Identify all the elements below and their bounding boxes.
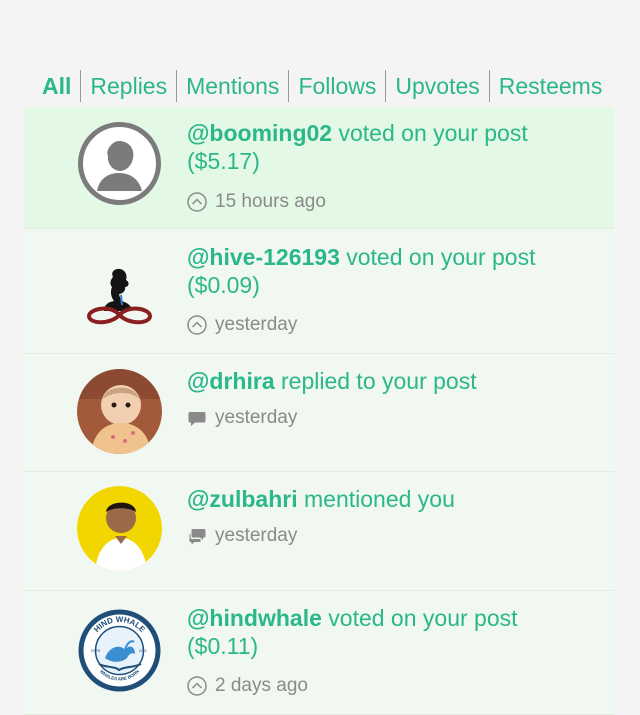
upvote-icon — [187, 192, 207, 212]
notification-text: @zulbahri mentioned you — [187, 485, 597, 513]
notification-item[interactable]: @hive-126193 voted on your post ($0.09) … — [24, 229, 614, 354]
notification-action: mentioned you — [297, 486, 455, 512]
upvote-icon — [187, 315, 207, 335]
tab-all[interactable]: All — [33, 70, 82, 102]
notification-meta: yesterday — [187, 407, 297, 429]
tab-follows[interactable]: Follows — [289, 70, 387, 102]
notification-tabs: All Replies Mentions Follows Upvotes Res… — [33, 70, 611, 102]
default-user-icon — [78, 122, 161, 205]
notification-time: 15 hours ago — [215, 191, 326, 212]
avatar-hindwhale[interactable]: HIND WHALE WHALES ARE BORN ESTB 2022 — [77, 608, 162, 693]
notification-action: voted on your post — [321, 605, 518, 631]
notification-list: @booming02 voted on your post ($5.17) 15… — [24, 107, 614, 715]
tab-upvotes[interactable]: Upvotes — [386, 70, 490, 102]
avatar-hive-126193[interactable] — [77, 249, 162, 334]
logo-text-left: ESTB — [91, 649, 101, 653]
mention-icon — [189, 529, 206, 545]
notification-time: yesterday — [215, 525, 298, 546]
avatar-default[interactable] — [77, 121, 162, 206]
notification-amount: ($0.11) — [187, 633, 259, 659]
child-photo-avatar — [77, 369, 162, 454]
notification-text: @hindwhale voted on your post ($0.11) — [187, 604, 597, 660]
notification-user[interactable]: @hive-126193 — [187, 244, 340, 270]
notification-item[interactable]: HIND WHALE WHALES ARE BORN ESTB 2022 @hi… — [24, 591, 614, 715]
notification-user[interactable]: @zulbahri — [187, 486, 298, 512]
tab-mentions[interactable]: Mentions — [177, 70, 290, 102]
man-photo-avatar — [77, 486, 162, 571]
notification-amount: ($5.17) — [187, 148, 260, 174]
notification-time: yesterday — [215, 407, 298, 428]
notification-text: @hive-126193 voted on your post ($0.09) — [187, 243, 597, 299]
notification-text: @booming02 voted on your post ($5.17) — [187, 119, 597, 175]
notification-user[interactable]: @drhira — [187, 368, 275, 394]
upvote-icon — [187, 676, 207, 696]
notification-item[interactable]: @zulbahri mentioned you yesterday — [24, 472, 614, 591]
notification-text: @drhira replied to your post — [187, 367, 597, 395]
tab-replies[interactable]: Replies — [81, 70, 178, 102]
avatar-zulbahri[interactable] — [77, 486, 162, 571]
woman-silhouette-icon — [77, 249, 162, 334]
notification-meta: yesterday — [187, 525, 297, 547]
notification-user[interactable]: @booming02 — [187, 120, 332, 146]
logo-text-right: 2022 — [139, 649, 147, 653]
comment-icon — [188, 412, 206, 426]
notification-meta: 2 days ago — [187, 675, 308, 697]
notification-meta: 15 hours ago — [187, 191, 326, 213]
notification-time: yesterday — [215, 314, 298, 335]
notification-action: replied to your post — [274, 368, 477, 394]
notification-item[interactable]: @drhira replied to your post yesterday — [24, 354, 614, 472]
notification-action: voted on your post — [339, 244, 536, 270]
hindwhale-logo: HIND WHALE WHALES ARE BORN ESTB 2022 — [78, 609, 161, 692]
notification-action: voted on your post — [332, 120, 528, 146]
notification-amount: ($0.09) — [187, 272, 260, 298]
notification-time: 2 days ago — [215, 675, 308, 696]
tab-resteems[interactable]: Resteems — [490, 70, 612, 102]
avatar-drhira[interactable] — [77, 369, 162, 454]
notification-user[interactable]: @hindwhale — [187, 605, 322, 631]
notification-item[interactable]: @booming02 voted on your post ($5.17) 15… — [24, 107, 614, 229]
notification-meta: yesterday — [187, 314, 297, 336]
